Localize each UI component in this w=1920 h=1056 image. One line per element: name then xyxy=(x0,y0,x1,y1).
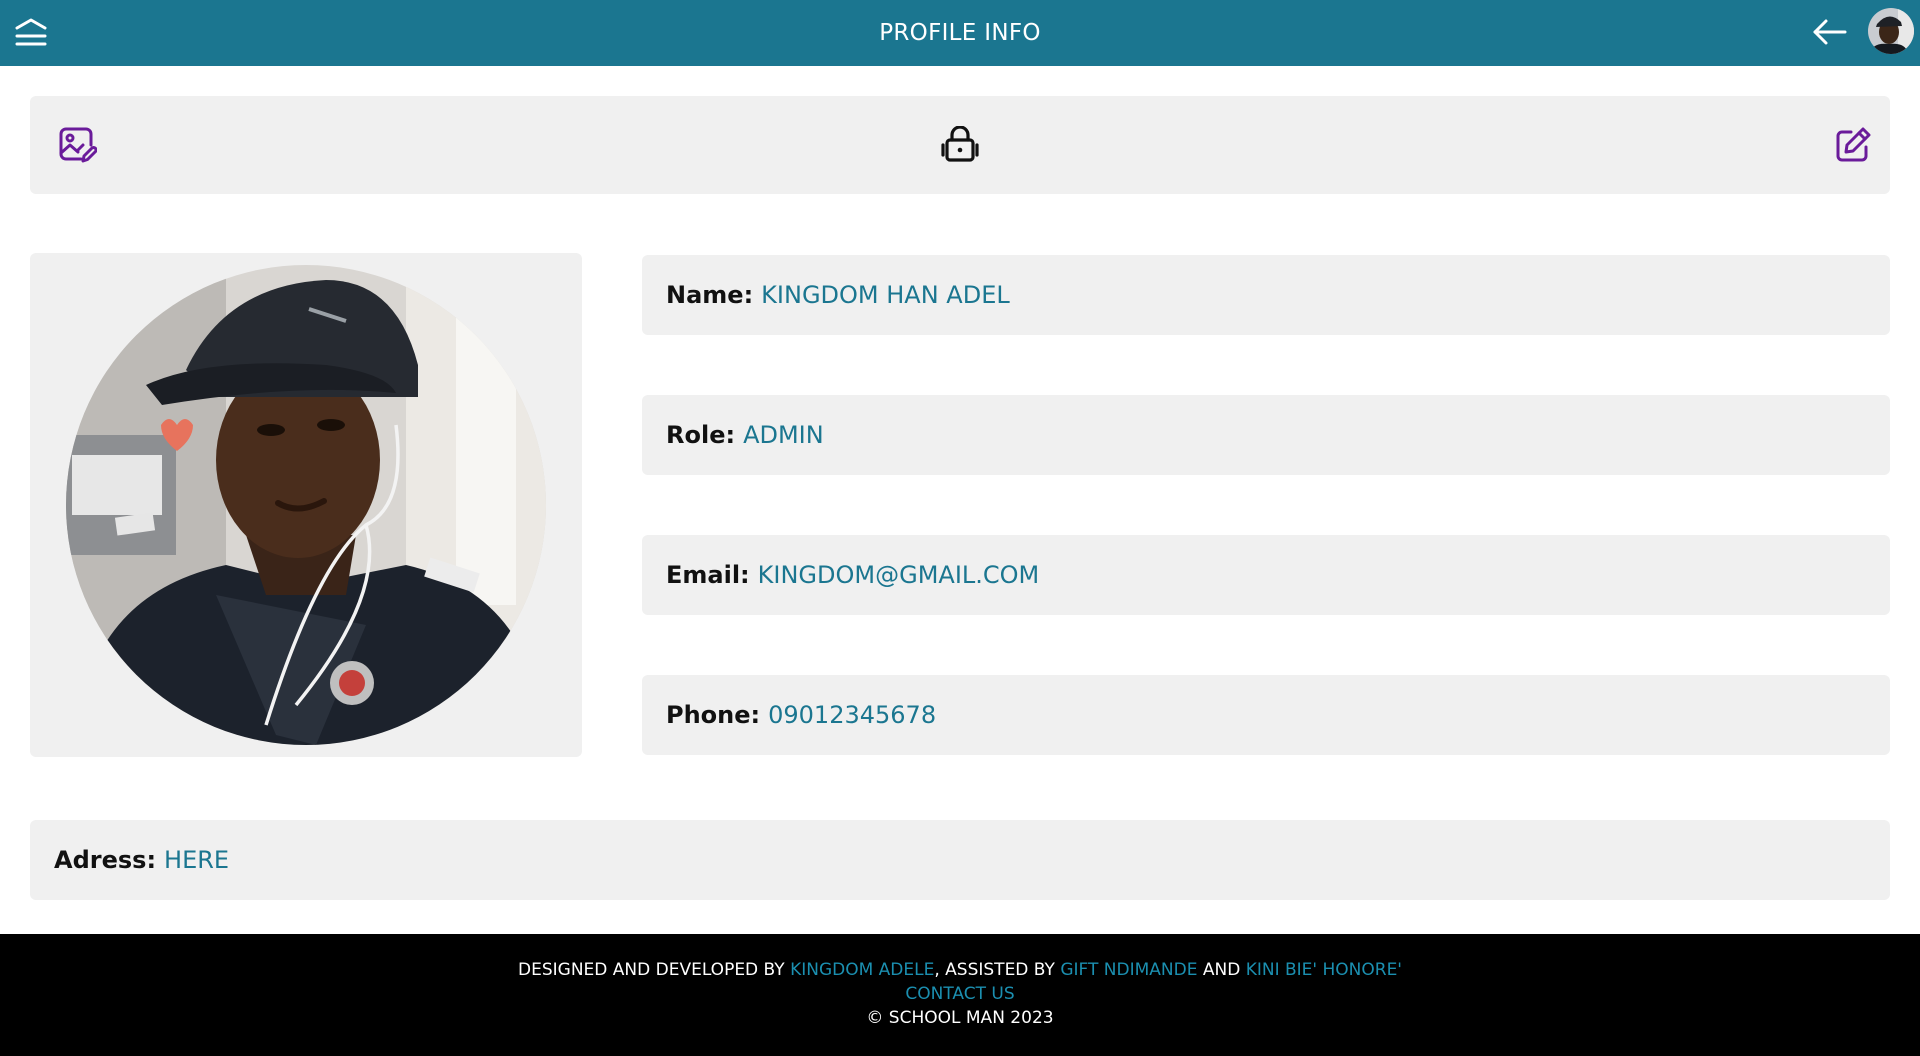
lock-open-icon[interactable] xyxy=(937,122,983,168)
role-row: Role: ADMIN xyxy=(642,395,1890,475)
credits-line: DESIGNED AND DEVELOPED BY KINGDOM ADELE,… xyxy=(0,958,1920,982)
phone-value: 09012345678 xyxy=(768,701,937,729)
image-edit-icon[interactable] xyxy=(54,122,100,168)
arrow-left-icon[interactable] xyxy=(1810,14,1850,50)
role-label: Role: xyxy=(666,421,736,449)
assisted-by-text: , ASSISTED BY xyxy=(934,960,1061,980)
top-bar: PROFILE INFO xyxy=(0,0,1920,66)
email-value: KINGDOM@GMAIL.COM xyxy=(757,561,1040,589)
assistant-link-2[interactable]: KINI BIE' HONORE' xyxy=(1246,960,1402,980)
menu-icon[interactable] xyxy=(12,14,50,52)
user-avatar[interactable] xyxy=(1868,8,1914,54)
copyright-text: © SCHOOL MAN 2023 xyxy=(866,1008,1054,1028)
profile-photo xyxy=(66,265,546,745)
name-label: Name: xyxy=(666,281,754,309)
profile-photo-card xyxy=(30,253,582,757)
page-title: PROFILE INFO xyxy=(879,20,1041,46)
address-label: Adress: xyxy=(54,846,157,874)
role-value: ADMIN xyxy=(743,421,824,449)
profile-actions-bar xyxy=(30,96,1890,194)
email-label: Email: xyxy=(666,561,750,589)
contact-us-link[interactable]: CONTACT US xyxy=(905,984,1014,1004)
email-row: Email: KINGDOM@GMAIL.COM xyxy=(642,535,1890,615)
phone-row: Phone: 09012345678 xyxy=(642,675,1890,755)
assistant-link-1[interactable]: GIFT NDIMANDE xyxy=(1060,960,1197,980)
phone-label: Phone: xyxy=(666,701,761,729)
address-value: HERE xyxy=(164,846,230,874)
and-text: AND xyxy=(1197,960,1246,980)
footer: DESIGNED AND DEVELOPED BY KINGDOM ADELE,… xyxy=(0,934,1920,1056)
name-value: KINGDOM HAN ADEL xyxy=(761,281,1010,309)
developer-link[interactable]: KINGDOM ADELE xyxy=(790,960,934,980)
name-row: Name: KINGDOM HAN ADEL xyxy=(642,255,1890,335)
address-row: Adress: HERE xyxy=(30,820,1890,900)
designed-by-text: DESIGNED AND DEVELOPED BY xyxy=(518,960,791,980)
edit-icon[interactable] xyxy=(1830,122,1876,168)
